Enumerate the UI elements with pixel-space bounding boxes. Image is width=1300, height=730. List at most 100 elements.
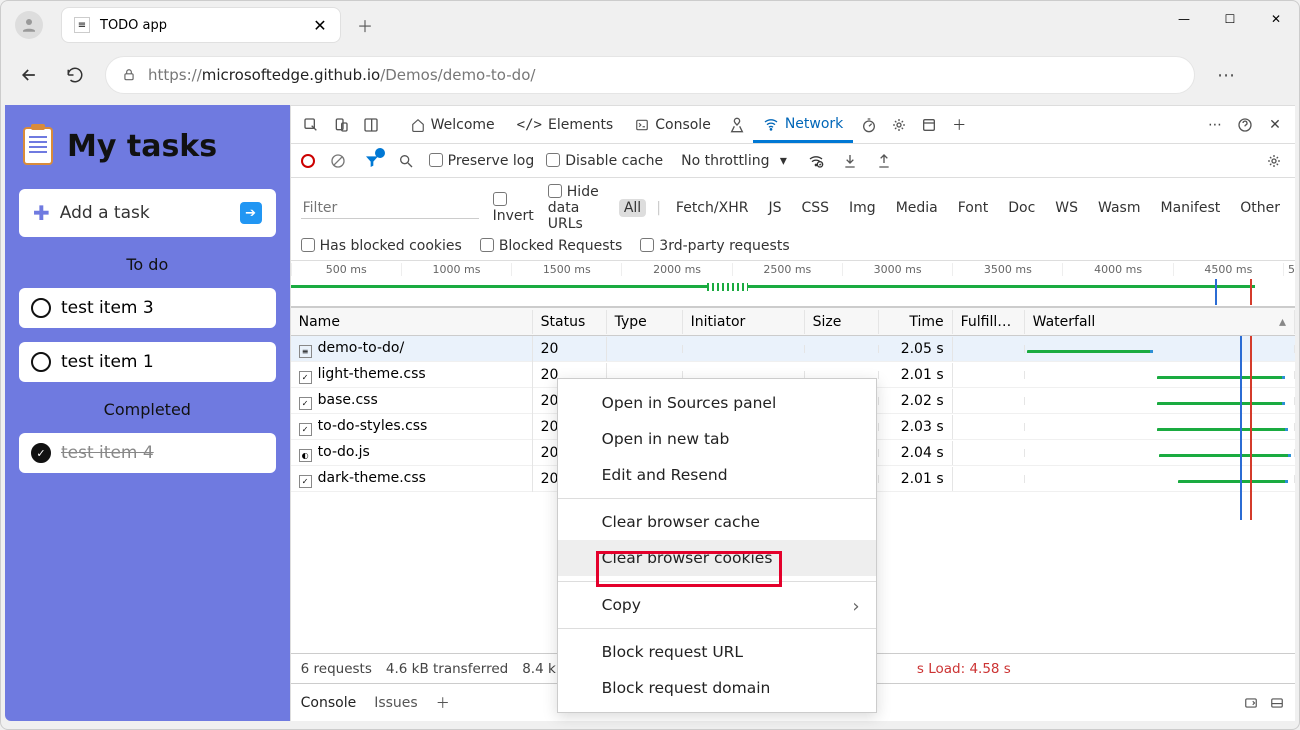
task-label: test item 1 — [61, 352, 154, 372]
tab-favicon: ≡ — [74, 17, 90, 33]
pill-css[interactable]: CSS — [796, 199, 834, 217]
tab-welcome[interactable]: Welcome — [401, 109, 505, 141]
device-icon[interactable] — [327, 111, 355, 139]
disable-cache-checkbox[interactable]: Disable cache — [546, 153, 663, 169]
drawer-issues[interactable]: Issues — [374, 695, 418, 711]
dock-icon[interactable] — [357, 111, 385, 139]
plus-icon: ✚ — [33, 201, 50, 225]
pill-img[interactable]: Img — [844, 199, 881, 217]
application-icon[interactable] — [915, 111, 943, 139]
tab-network[interactable]: Network — [753, 108, 853, 143]
third-party-checkbox[interactable]: 3rd-party requests — [640, 238, 789, 254]
browser-menu-button[interactable]: ⋯ — [1209, 65, 1245, 86]
throttling-select[interactable]: No throttling ▾ — [675, 151, 793, 171]
clipboard-icon — [23, 127, 53, 165]
profile-avatar[interactable] — [15, 11, 43, 39]
ctx-open-sources[interactable]: Open in Sources panel — [558, 385, 876, 421]
task-checkbox[interactable] — [31, 352, 51, 372]
task-label: test item 4 — [61, 443, 154, 463]
browser-tab[interactable]: ≡ TODO app ✕ — [61, 7, 341, 43]
col-type[interactable]: Type — [607, 310, 683, 334]
site-info-icon[interactable] — [122, 67, 136, 83]
pill-font[interactable]: Font — [953, 199, 993, 217]
todo-app: My tasks ✚ Add a task ➔ To do test item … — [5, 105, 290, 721]
preserve-log-checkbox[interactable]: Preserve log — [429, 153, 535, 169]
blocked-cookies-checkbox[interactable]: Has blocked cookies — [301, 238, 462, 254]
ctx-clear-cache[interactable]: Clear browser cache — [558, 504, 876, 540]
pill-js[interactable]: JS — [763, 199, 786, 217]
tab-elements[interactable]: </>Elements — [507, 109, 624, 141]
col-waterfall[interactable]: Waterfall▴ — [1025, 310, 1295, 334]
inspect-icon[interactable] — [297, 111, 325, 139]
drawer-toggle-icon[interactable] — [1269, 696, 1285, 710]
back-button[interactable] — [13, 59, 45, 91]
type-filter-pills: All | Fetch/XHR JS CSS Img Media Font Do… — [619, 199, 1285, 217]
col-size[interactable]: Size — [805, 310, 879, 334]
more-tabs-button[interactable]: ＋ — [945, 111, 973, 139]
devtools-more-button[interactable]: ⋯ — [1201, 111, 1229, 139]
drawer-expand-icon[interactable] — [1243, 696, 1259, 710]
table-row[interactable]: ≡demo-to-do/202.05 s — [291, 336, 1295, 362]
memory-icon[interactable] — [885, 111, 913, 139]
network-settings-icon[interactable] — [1263, 150, 1285, 172]
col-fulfilled[interactable]: Fulfilled... — [953, 310, 1025, 334]
col-name[interactable]: Name — [291, 310, 533, 334]
minimize-button[interactable]: — — [1161, 1, 1207, 37]
search-button[interactable] — [395, 150, 417, 172]
hide-data-urls-checkbox[interactable]: Hide data URLs — [548, 184, 605, 232]
task-checkbox[interactable] — [31, 298, 51, 318]
task-item-done[interactable]: ✓ test item 4 — [19, 433, 276, 473]
pill-media[interactable]: Media — [891, 199, 943, 217]
col-time[interactable]: Time — [879, 310, 953, 334]
drawer-add-tab[interactable]: ＋ — [436, 693, 450, 713]
pill-all[interactable]: All — [619, 199, 646, 217]
import-har-icon[interactable] — [839, 150, 861, 172]
ctx-clear-cookies[interactable]: Clear browser cookies — [558, 540, 876, 576]
close-window-button[interactable]: ✕ — [1253, 1, 1299, 37]
record-button[interactable] — [301, 154, 315, 168]
pill-wasm[interactable]: Wasm — [1093, 199, 1145, 217]
export-har-icon[interactable] — [873, 150, 895, 172]
section-completed: Completed — [19, 400, 276, 419]
toolbar-row: https://microsoftedge.github.io/Demos/de… — [1, 49, 1299, 101]
task-item[interactable]: test item 3 — [19, 288, 276, 328]
section-todo: To do — [19, 255, 276, 274]
help-icon[interactable] — [1231, 111, 1259, 139]
invert-checkbox[interactable]: Invert — [493, 192, 534, 224]
filter-toggle[interactable] — [361, 150, 383, 172]
tab-close-button[interactable]: ✕ — [312, 17, 328, 33]
add-task-label: Add a task — [60, 203, 150, 223]
ctx-block-domain[interactable]: Block request domain — [558, 670, 876, 706]
ctx-copy[interactable]: Copy — [558, 587, 876, 623]
pill-ws[interactable]: WS — [1050, 199, 1083, 217]
performance-icon[interactable] — [855, 111, 883, 139]
tab-console[interactable]: Console — [625, 109, 721, 141]
task-label: test item 3 — [61, 298, 154, 318]
task-checkbox-checked[interactable]: ✓ — [31, 443, 51, 463]
submit-task-button[interactable]: ➔ — [240, 202, 262, 224]
pill-manifest[interactable]: Manifest — [1155, 199, 1225, 217]
refresh-button[interactable] — [59, 59, 91, 91]
col-initiator[interactable]: Initiator — [683, 310, 805, 334]
filter-input[interactable] — [301, 197, 479, 219]
task-item[interactable]: test item 1 — [19, 342, 276, 382]
add-task-input[interactable]: ✚ Add a task ➔ — [19, 189, 276, 237]
ctx-edit-resend[interactable]: Edit and Resend — [558, 457, 876, 493]
pill-doc[interactable]: Doc — [1003, 199, 1040, 217]
network-conditions-icon[interactable] — [805, 150, 827, 172]
sources-icon[interactable] — [723, 111, 751, 139]
drawer-console[interactable]: Console — [301, 695, 357, 711]
blocked-requests-checkbox[interactable]: Blocked Requests — [480, 238, 622, 254]
address-bar[interactable]: https://microsoftedge.github.io/Demos/de… — [105, 56, 1195, 94]
close-devtools-button[interactable]: ✕ — [1261, 111, 1289, 139]
pill-other[interactable]: Other — [1235, 199, 1285, 217]
ctx-block-url[interactable]: Block request URL — [558, 634, 876, 670]
maximize-button[interactable]: ☐ — [1207, 1, 1253, 37]
overview-timeline[interactable]: 500 ms 1000 ms 1500 ms 2000 ms 2500 ms 3… — [291, 261, 1295, 307]
ctx-open-new-tab[interactable]: Open in new tab — [558, 421, 876, 457]
pill-fetchxhr[interactable]: Fetch/XHR — [671, 199, 754, 217]
tab-title: TODO app — [100, 18, 302, 33]
new-tab-button[interactable]: ＋ — [349, 9, 381, 41]
clear-button[interactable] — [327, 150, 349, 172]
col-status[interactable]: Status — [533, 310, 607, 334]
